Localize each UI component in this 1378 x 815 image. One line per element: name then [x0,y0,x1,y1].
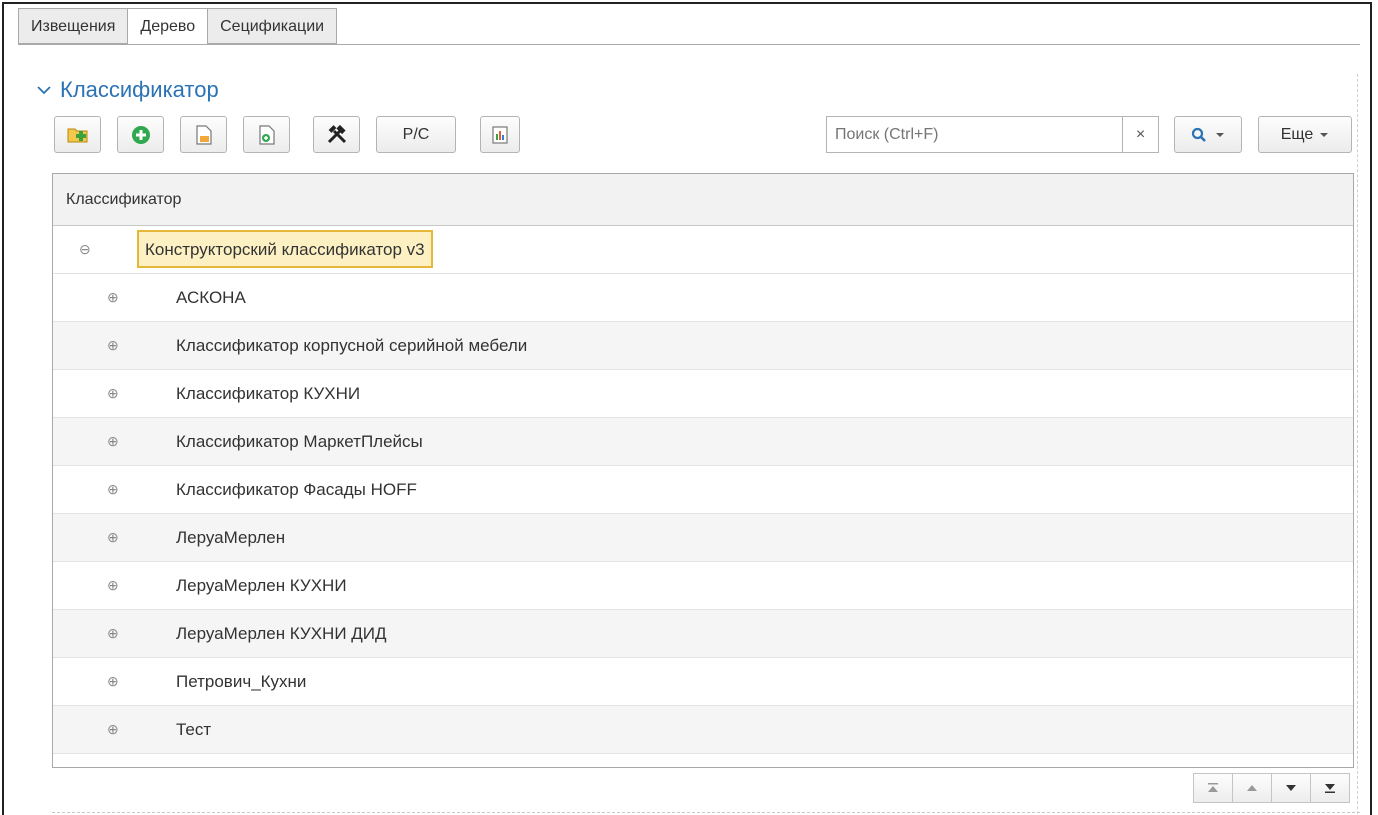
more-label: Еще [1280,125,1314,143]
column-header[interactable]: Классификатор [53,174,1353,226]
right-dashed-border [1357,74,1358,814]
search-clear-button[interactable]: × [1122,116,1159,153]
group-toggle[interactable]: Классификатор [36,77,219,103]
tree-row[interactable]: ⊕ АСКОНА [53,274,1353,322]
scroll-to-top-button[interactable] [1193,773,1233,803]
tab-tree[interactable]: Дерево [127,8,208,45]
tree-row[interactable]: ⊕ ЛеруаМерлен КУХНИ [53,562,1353,610]
tree-row-label: ЛеруаМерлен [176,528,286,547]
search-input[interactable] [826,116,1122,153]
tree-row[interactable]: ⊕ Петрович_Кухни [53,658,1353,706]
collapse-icon[interactable]: ⊖ [79,226,91,273]
list-navigation [1193,773,1350,803]
expand-icon[interactable]: ⊕ [107,562,119,609]
report-button[interactable] [480,116,520,153]
tools-icon [327,124,346,143]
expand-icon[interactable]: ⊕ [107,274,119,321]
tree-row-label: Тест [176,720,212,739]
expand-icon[interactable]: ⊕ [107,658,119,705]
expand-icon[interactable]: ⊕ [107,610,119,657]
expand-icon[interactable]: ⊕ [107,418,119,465]
document-edit-icon [195,124,212,145]
arrow-down-icon [1286,785,1296,791]
tree-row-label: ЛеруаМерлен КУХНИ ДИД [176,624,387,643]
tab-specifications[interactable]: Сецификации [207,8,338,44]
copy-button[interactable] [243,116,290,153]
expand-icon[interactable]: ⊕ [107,322,119,369]
group-bottom-border [52,812,1360,813]
add-circle-icon [131,125,150,144]
report-icon [492,125,508,144]
folder-add-icon [67,128,87,142]
create-button[interactable] [117,116,164,153]
last-icon [1325,784,1335,793]
chevron-down-icon [37,86,51,95]
tree-row-label: Классификатор МаркетПлейсы [176,432,423,451]
group-title: Классификатор [60,77,219,102]
tree-row[interactable]: ⊕ Классификатор корпусной серийной мебели [53,322,1353,370]
edit-button[interactable] [180,116,227,153]
first-icon [1208,783,1218,792]
tree-row-label: АСКОНА [176,288,246,307]
tab-bar: Извещения Дерево Сецификации [18,8,338,45]
expand-icon[interactable]: ⊕ [107,514,119,561]
tree-row[interactable]: ⊕ ЛеруаМерлен КУХНИ ДИД [53,610,1353,658]
tree-row-label: ЛеруаМерлен КУХНИ [176,576,347,595]
expand-icon[interactable]: ⊕ [107,370,119,417]
document-copy-icon [258,124,275,145]
tree-row[interactable]: ⊕ Классификатор КУХНИ [53,370,1353,418]
scroll-down-button[interactable] [1271,773,1311,803]
tree-row[interactable]: ⊕ ЛеруаМерлен [53,514,1353,562]
classifier-tree-table: Классификатор ⊖ Конструкторский классифи… [52,173,1354,768]
tree-row[interactable]: ⊕ Тест [53,706,1353,754]
chevron-down-icon [1216,132,1224,137]
tab-notices[interactable]: Извещения [18,8,128,44]
chevron-down-icon [1320,132,1329,137]
tree-root-label: Конструкторский классификатор v3 [137,230,433,268]
more-button[interactable]: Еще [1258,116,1352,153]
tools-button[interactable] [313,116,360,153]
tree-row-label: Классификатор Фасады HOFF [176,480,417,499]
tree-row-label: Петрович_Кухни [176,672,307,691]
tree-row[interactable]: ⊕ Классификатор МаркетПлейсы [53,418,1353,466]
tree-root-row[interactable]: ⊖ Конструкторский классификатор v3 [53,226,1353,274]
arrow-up-icon [1247,785,1257,791]
scroll-to-bottom-button[interactable] [1310,773,1350,803]
expand-icon[interactable]: ⊕ [107,706,119,753]
tree-row-label: Классификатор корпусной серийной мебели [176,336,528,355]
rs-button[interactable]: Р/С [376,116,456,153]
tab-divider [18,44,1360,45]
expand-icon[interactable]: ⊕ [107,466,119,513]
tree-row[interactable]: ⊕ Классификатор Фасады HOFF [53,466,1353,514]
search-options-button[interactable] [1174,116,1242,153]
scroll-up-button[interactable] [1232,773,1272,803]
tree-row-label: Классификатор КУХНИ [176,384,361,403]
search-icon [1191,127,1206,142]
tree-body: ⊖ Конструкторский классификатор v3 ⊕ АСКО… [53,226,1353,754]
create-folder-button[interactable] [54,116,101,153]
